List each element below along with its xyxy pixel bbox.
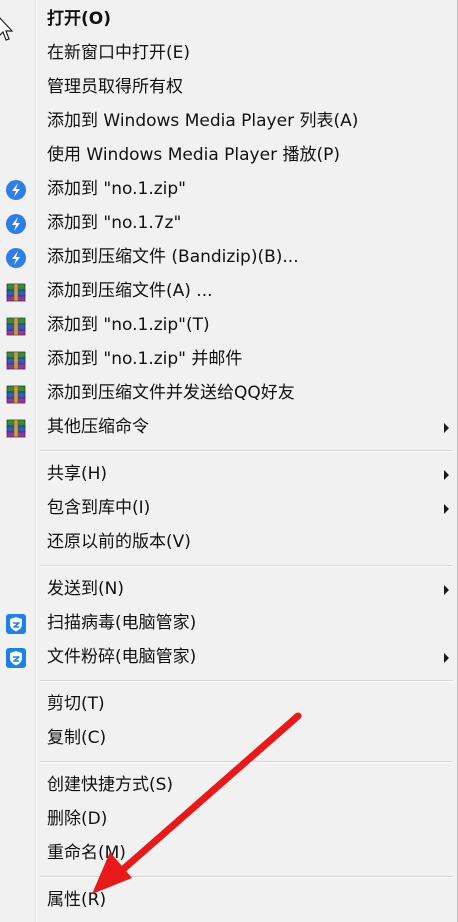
submenu-arrow-icon bbox=[444, 470, 449, 480]
bandizip-icon bbox=[6, 214, 26, 234]
menu-separator bbox=[40, 680, 453, 682]
menu-separator bbox=[40, 761, 453, 763]
menu-item-label: 添加到 "no.1.zip" 并邮件 bbox=[47, 349, 243, 369]
menu-item-label: 重命名(M) bbox=[47, 843, 126, 863]
menu-item-label: 还原以前的版本(V) bbox=[47, 532, 191, 552]
menu-item-open-new-window[interactable]: 在新窗口中打开(E) bbox=[0, 36, 456, 70]
menu-item-winrar-add-zip-email[interactable]: 添加到 "no.1.zip" 并邮件 bbox=[0, 342, 456, 376]
menu-item-properties[interactable]: 属性(R) bbox=[0, 883, 456, 917]
menu-item-send-to[interactable]: 发送到(N) bbox=[0, 572, 456, 606]
menu-item-include-library[interactable]: 包含到库中(I) bbox=[0, 491, 456, 525]
menu-item-label: 添加到 Windows Media Player 列表(A) bbox=[47, 111, 359, 131]
winrar-icon bbox=[6, 419, 26, 438]
menu-separator bbox=[40, 450, 453, 452]
menu-item-cut[interactable]: 剪切(T) bbox=[0, 687, 456, 721]
menu-item-label: 在新窗口中打开(E) bbox=[47, 43, 191, 63]
menu-item-add-wmp-list[interactable]: 添加到 Windows Media Player 列表(A) bbox=[0, 104, 456, 138]
menu-item-open[interactable]: 打开(O) bbox=[0, 2, 456, 36]
winrar-icon bbox=[6, 385, 26, 404]
menu-item-label: 扫描病毒(电脑管家) bbox=[47, 613, 197, 633]
winrar-icon bbox=[6, 283, 26, 302]
menu-item-label: 发送到(N) bbox=[47, 579, 124, 599]
menu-item-bandizip-add-7z[interactable]: 添加到 "no.1.7z" bbox=[0, 206, 456, 240]
menu-item-label: 添加到 "no.1.zip"(T) bbox=[47, 315, 210, 335]
menu-item-play-wmp[interactable]: 使用 Windows Media Player 播放(P) bbox=[0, 138, 456, 172]
menu-item-label: 删除(D) bbox=[47, 809, 108, 829]
context-menu: 打开(O) 在新窗口中打开(E) 管理员取得所有权 添加到 Windows Me… bbox=[0, 0, 458, 922]
menu-item-other-compress[interactable]: 其他压缩命令 bbox=[0, 410, 456, 444]
menu-item-share[interactable]: 共享(H) bbox=[0, 457, 456, 491]
menu-item-label: 共享(H) bbox=[47, 464, 108, 484]
menu-item-label: 添加到压缩文件(A) ... bbox=[47, 281, 213, 301]
menu-item-label: 添加到 "no.1.zip" bbox=[47, 179, 186, 199]
menu-item-shred-file[interactable]: 文件粉碎(电脑管家) bbox=[0, 640, 456, 674]
menu-item-label: 添加到压缩文件并发送给QQ好友 bbox=[47, 383, 295, 403]
menu-item-winrar-add-zip[interactable]: 添加到 "no.1.zip"(T) bbox=[0, 308, 456, 342]
menu-item-label: 创建快捷方式(S) bbox=[47, 775, 174, 795]
bandizip-icon bbox=[6, 248, 26, 268]
menu-item-bandizip-add-zip[interactable]: 添加到 "no.1.zip" bbox=[0, 172, 456, 206]
menu-item-rename[interactable]: 重命名(M) bbox=[0, 836, 456, 870]
menu-item-restore-versions[interactable]: 还原以前的版本(V) bbox=[0, 525, 456, 559]
menu-item-winrar-add-archive[interactable]: 添加到压缩文件(A) ... bbox=[0, 274, 456, 308]
menu-item-create-shortcut[interactable]: 创建快捷方式(S) bbox=[0, 768, 456, 802]
menu-item-label: 添加到压缩文件 (Bandizip)(B)... bbox=[47, 247, 299, 267]
winrar-icon bbox=[6, 351, 26, 370]
submenu-arrow-icon bbox=[444, 504, 449, 514]
menu-item-label: 其他压缩命令 bbox=[47, 417, 149, 437]
submenu-arrow-icon bbox=[444, 423, 449, 433]
submenu-arrow-icon bbox=[444, 653, 449, 663]
menu-item-label: 添加到 "no.1.7z" bbox=[47, 213, 182, 233]
bandizip-icon bbox=[6, 180, 26, 200]
menu-item-label: 包含到库中(I) bbox=[47, 498, 151, 518]
menu-item-label: 复制(C) bbox=[47, 728, 107, 748]
menu-separator bbox=[40, 876, 453, 878]
menu-item-label: 使用 Windows Media Player 播放(P) bbox=[47, 145, 340, 165]
winrar-icon bbox=[6, 317, 26, 336]
tencent-pc-manager-shield-icon bbox=[6, 614, 26, 634]
menu-item-take-ownership[interactable]: 管理员取得所有权 bbox=[0, 70, 456, 104]
menu-item-label: 属性(R) bbox=[47, 890, 107, 910]
menu-item-scan-virus[interactable]: 扫描病毒(电脑管家) bbox=[0, 606, 456, 640]
menu-item-winrar-send-qq[interactable]: 添加到压缩文件并发送给QQ好友 bbox=[0, 376, 456, 410]
menu-item-label: 文件粉碎(电脑管家) bbox=[47, 647, 197, 667]
menu-item-delete[interactable]: 删除(D) bbox=[0, 802, 456, 836]
submenu-arrow-icon bbox=[444, 585, 449, 595]
menu-item-bandizip-add-archive[interactable]: 添加到压缩文件 (Bandizip)(B)... bbox=[0, 240, 456, 274]
tencent-pc-manager-shield-icon bbox=[6, 648, 26, 668]
menu-separator bbox=[40, 565, 453, 567]
menu-item-label: 打开(O) bbox=[47, 9, 111, 29]
menu-item-label: 剪切(T) bbox=[47, 694, 105, 714]
menu-item-copy[interactable]: 复制(C) bbox=[0, 721, 456, 755]
menu-item-label: 管理员取得所有权 bbox=[47, 77, 183, 97]
